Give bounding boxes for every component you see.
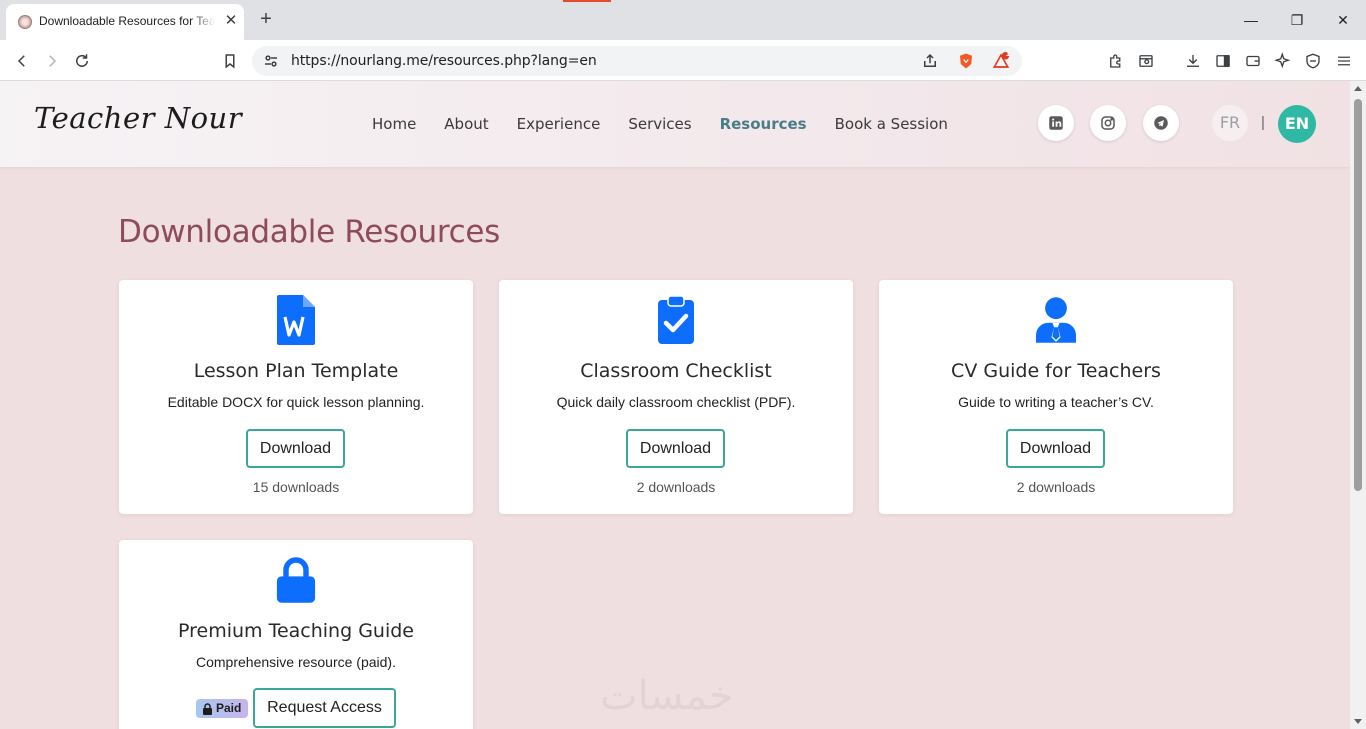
site-favicon-icon bbox=[18, 15, 32, 29]
watermark-logo: خمسات bbox=[600, 673, 734, 719]
lang-fr-button[interactable]: FR bbox=[1212, 105, 1248, 141]
bookmark-icon[interactable] bbox=[218, 49, 242, 73]
resource-card: CV Guide for Teachers Guide to writing a… bbox=[879, 280, 1233, 514]
main-nav: Home About Experience Services Resources… bbox=[372, 115, 976, 133]
resource-description: Guide to writing a teacher’s CV. bbox=[958, 394, 1154, 410]
nav-resources[interactable]: Resources bbox=[720, 115, 807, 133]
page-viewport: Teacher Nour Home About Experience Servi… bbox=[0, 81, 1350, 729]
sidebar-toggle-icon[interactable] bbox=[1211, 49, 1235, 73]
badge-lock-icon bbox=[203, 702, 212, 715]
download-count: 2 downloads bbox=[636, 479, 716, 495]
scrollbar-thumb[interactable] bbox=[1354, 99, 1362, 491]
brave-shields-icon[interactable] bbox=[954, 49, 978, 73]
downloads-icon[interactable] bbox=[1181, 49, 1205, 73]
resource-description: Quick daily classroom checklist (PDF). bbox=[556, 394, 796, 410]
wallet-icon[interactable] bbox=[1241, 49, 1265, 73]
paid-badge-label: Paid bbox=[216, 701, 242, 715]
scroll-down-arrow-icon[interactable] bbox=[1354, 719, 1362, 724]
reading-mode-icon[interactable] bbox=[1134, 49, 1158, 73]
tab-title: Downloadable Resources for Teachers bbox=[39, 14, 215, 28]
resource-description: Editable DOCX for quick lesson planning. bbox=[167, 394, 425, 410]
restore-window-button[interactable]: ❐ bbox=[1287, 10, 1307, 30]
site-logo[interactable]: Teacher Nour bbox=[34, 101, 242, 135]
nav-book-session[interactable]: Book a Session bbox=[835, 115, 948, 133]
new-tab-button[interactable]: + bbox=[256, 9, 276, 29]
download-count: 2 downloads bbox=[1016, 479, 1096, 495]
clipboard-check-icon bbox=[656, 294, 696, 346]
resource-title: Premium Teaching Guide bbox=[178, 620, 414, 642]
resource-title: Classroom Checklist bbox=[580, 360, 772, 382]
extensions-puzzle-icon[interactable] bbox=[1104, 49, 1128, 73]
forward-arrow-icon[interactable] bbox=[40, 49, 64, 73]
site-settings-icon[interactable] bbox=[262, 52, 280, 70]
lang-separator: | bbox=[1261, 114, 1265, 131]
instagram-icon[interactable] bbox=[1090, 105, 1126, 141]
resource-title: CV Guide for Teachers bbox=[951, 360, 1161, 382]
address-bar[interactable]: https://nourlang.me/resources.php?lang=e… bbox=[252, 46, 1022, 76]
tab-strip-accent bbox=[563, 0, 611, 2]
download-button[interactable]: Download bbox=[246, 429, 345, 468]
tab-close-icon[interactable]: ✕ bbox=[222, 12, 240, 30]
resource-title: Lesson Plan Template bbox=[193, 360, 399, 382]
site-header: Teacher Nour Home About Experience Servi… bbox=[0, 81, 1350, 167]
leo-ai-icon[interactable] bbox=[1271, 49, 1295, 73]
resource-card: Classroom Checklist Quick daily classroo… bbox=[499, 280, 853, 514]
teacher-person-icon bbox=[1036, 294, 1076, 346]
browser-toolbar: https://nourlang.me/resources.php?lang=e… bbox=[0, 40, 1366, 81]
menu-hamburger-icon[interactable] bbox=[1332, 49, 1356, 73]
download-button[interactable]: Download bbox=[1006, 429, 1105, 468]
reload-icon[interactable] bbox=[70, 49, 94, 73]
linkedin-icon[interactable] bbox=[1038, 105, 1074, 141]
page-scrollbar[interactable] bbox=[1350, 81, 1366, 729]
scroll-up-arrow-icon[interactable] bbox=[1354, 86, 1362, 91]
nav-home[interactable]: Home bbox=[372, 115, 416, 133]
request-access-button[interactable]: Request Access bbox=[253, 688, 396, 728]
word-document-icon bbox=[276, 294, 316, 346]
nav-services[interactable]: Services bbox=[628, 115, 691, 133]
resource-card: Lesson Plan Template Editable DOCX for q… bbox=[119, 280, 473, 514]
nav-experience[interactable]: Experience bbox=[517, 115, 601, 133]
close-window-button[interactable]: ✕ bbox=[1333, 10, 1353, 30]
url-text[interactable]: https://nourlang.me/resources.php?lang=e… bbox=[291, 53, 597, 69]
resource-card: Premium Teaching Guide Comprehensive res… bbox=[119, 540, 473, 729]
download-count: 15 downloads bbox=[252, 479, 340, 495]
telegram-icon[interactable] bbox=[1143, 105, 1179, 141]
browser-tab-strip: Downloadable Resources for Teachers ✕ + … bbox=[0, 0, 1366, 40]
paid-badge: Paid bbox=[196, 699, 249, 718]
vpn-shield-icon[interactable] bbox=[1301, 49, 1325, 73]
minimize-window-button[interactable]: — bbox=[1241, 10, 1261, 30]
lang-en-button[interactable]: EN bbox=[1278, 105, 1316, 143]
rewards-badge-count: 1 bbox=[1005, 49, 1011, 58]
back-arrow-icon[interactable] bbox=[10, 49, 34, 73]
download-button[interactable]: Download bbox=[626, 429, 725, 468]
share-icon[interactable] bbox=[918, 49, 942, 73]
nav-about[interactable]: About bbox=[444, 115, 488, 133]
page-title: Downloadable Resources bbox=[118, 214, 501, 250]
browser-tab[interactable]: Downloadable Resources for Teachers ✕ bbox=[6, 4, 244, 40]
resource-description: Comprehensive resource (paid). bbox=[196, 654, 396, 670]
lock-icon bbox=[276, 554, 316, 606]
